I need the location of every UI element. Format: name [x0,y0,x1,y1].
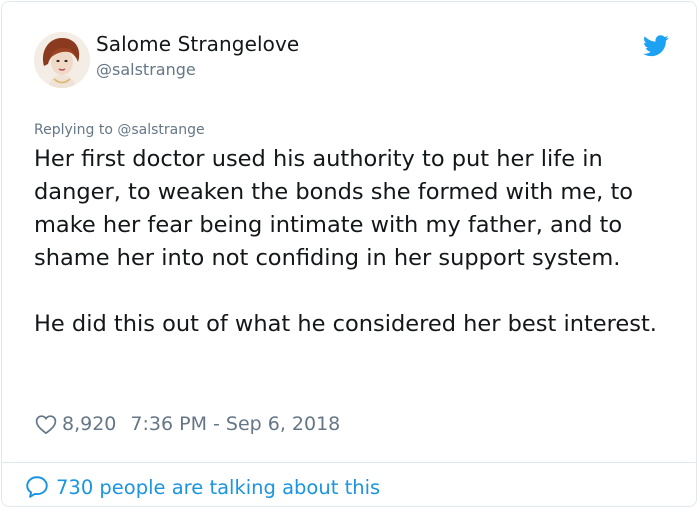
speech-bubble-icon [26,476,48,498]
conversation-count[interactable]: 730 people are talking about this [56,476,380,499]
author-handle[interactable]: @salstrange [96,60,196,79]
replying-to: Replying to @salstrange [34,122,205,138]
heart-icon[interactable] [34,412,58,436]
tweet-meta: 8,920 7:36 PM - Sep 6, 2018 [34,410,340,438]
timestamp[interactable]: 7:36 PM - Sep 6, 2018 [130,413,340,435]
tweet-card: Salome Strangelove @salstrange Replying … [1,1,697,507]
author-name[interactable]: Salome Strangelove [96,32,299,56]
twitter-bird-icon[interactable] [643,35,669,57]
divider [2,462,696,463]
conversation-link[interactable]: 730 people are talking about this [24,472,380,502]
avatar[interactable] [34,32,90,88]
avatar-image [34,32,90,88]
tweet-text: Her first doctor used his authority to p… [34,146,657,337]
like-count[interactable]: 8,920 [62,413,116,435]
